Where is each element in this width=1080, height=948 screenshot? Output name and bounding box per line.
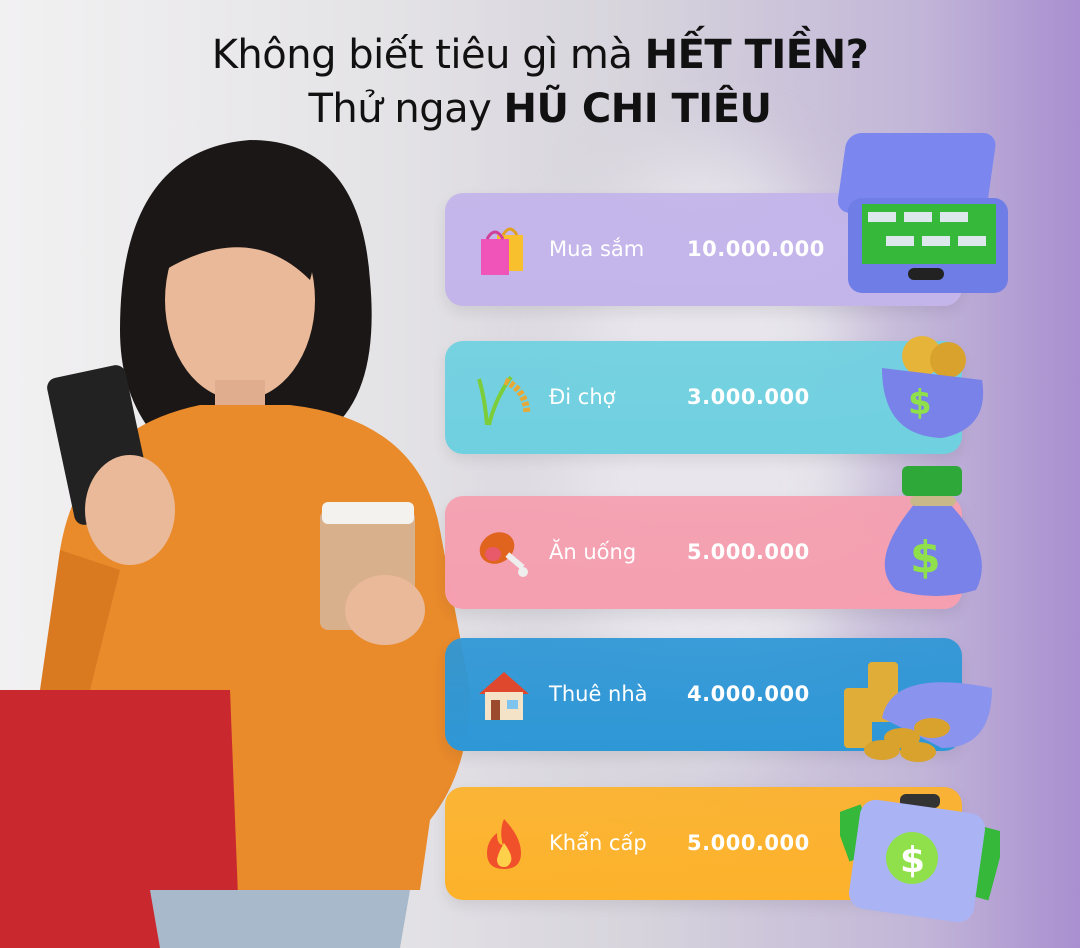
jar-amount: 3.000.000 (687, 385, 810, 409)
fire-icon (487, 819, 521, 869)
jar-amount: 10.000.000 (687, 237, 825, 261)
coin-sack-illustration (844, 662, 992, 762)
headline-line1: Không biết tiêu gì mà (211, 32, 645, 78)
headline-line2: Thử ngay (308, 86, 504, 132)
jar-label: Đi chợ (549, 385, 616, 409)
house-icon (479, 672, 529, 720)
jar-amount: 5.000.000 (687, 831, 810, 855)
jar-amount: 4.000.000 (687, 682, 810, 706)
svg-text:$: $ (910, 532, 941, 583)
money-suitcase-illustration (838, 133, 1008, 293)
jar-label: Khẩn cấp (549, 831, 647, 855)
woman-with-phone-photo (0, 140, 470, 948)
svg-text:$: $ (900, 840, 925, 881)
money-bag-illustration: $ (884, 466, 982, 596)
headline-line1-bold: HẾT TIỀN? (644, 32, 869, 78)
jar-label: Thuê nhà (549, 682, 648, 706)
coin-purse-illustration: $ (882, 336, 984, 438)
headline: Không biết tiêu gì mà HẾT TIỀN? Thử ngay… (0, 28, 1080, 136)
rice-stalk-icon (477, 375, 531, 426)
jar-label: Ăn uống (549, 540, 637, 564)
svg-text:$: $ (908, 383, 932, 423)
meat-on-bone-icon (479, 532, 528, 577)
jar-amount: 5.000.000 (687, 540, 810, 564)
headline-line2-bold: HŨ CHI TIÊU (503, 86, 773, 132)
money-briefcase-illustration: $ (840, 794, 1000, 923)
shopping-bags-icon (481, 227, 523, 275)
jar-label: Mua sắm (549, 237, 645, 261)
